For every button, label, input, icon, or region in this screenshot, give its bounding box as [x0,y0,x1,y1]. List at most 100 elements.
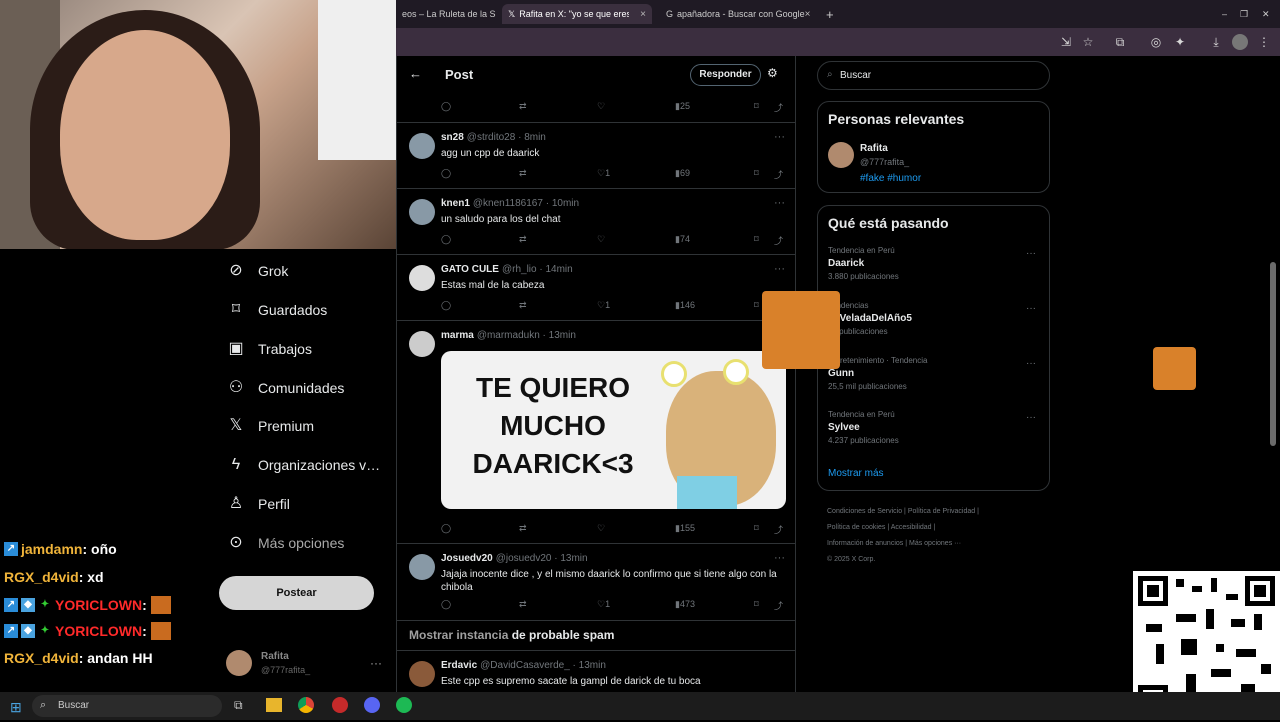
more-icon[interactable]: ··· [774,552,785,564]
taskbar-search-input[interactable]: ⌕ Buscar [32,695,222,717]
nav-item-grok[interactable]: ⊘ Grok [226,256,288,286]
views-icon[interactable]: ▮ 155 [675,523,695,534]
avatar[interactable] [828,142,854,168]
browser-tab-active[interactable]: 𝕏Rafita en X: "yo se que eres ino…× [502,4,652,24]
views-icon[interactable]: ▮ 473 [675,599,695,610]
repost-icon[interactable]: ⇄ [519,101,527,112]
post-button[interactable]: Postear [219,576,374,610]
user-bio[interactable]: #fake #humor [860,173,921,184]
app-icon[interactable] [332,697,348,713]
reply-icon[interactable]: ◯ [441,168,451,179]
post-image[interactable]: TE QUIERO MUCHO DAARICK<3 [441,351,786,509]
avatar[interactable] [409,661,435,687]
extension-icon[interactable]: ✦ [1172,34,1188,50]
footer-link[interactable]: Accesibilidad [891,524,932,531]
nav-item-premium[interactable]: 𝕏 Premium [226,411,314,441]
avatar[interactable] [409,331,435,357]
install-icon[interactable]: ⇲ [1058,34,1074,50]
back-arrow-icon[interactable]: ← [409,66,422,81]
extensions-icon[interactable]: ⧉ [1112,34,1128,50]
browser-tab[interactable]: eos – La Ruleta de la S…× [396,4,496,24]
menu-icon[interactable]: ⋮ [1256,34,1272,50]
avatar[interactable] [409,133,435,159]
more-icon[interactable]: ··· [774,131,785,143]
bookmark-icon[interactable]: ⌑ [754,300,759,311]
search-input[interactable]: ⌕ Buscar [817,61,1050,90]
minimize-icon[interactable]: – [1216,4,1232,24]
browser-tab[interactable]: Gapañadora - Buscar con Google × [660,4,810,24]
account-switcher[interactable]: Rafita @777rafita_ ··· [226,650,396,678]
bookmark-icon[interactable]: ⌑ [754,234,759,245]
views-icon[interactable]: ▮ 146 [675,300,695,311]
trend-item[interactable]: Tendencia en Perú Sylvee 4.237 publicacion… [828,410,899,445]
repost-icon[interactable]: ⇄ [519,234,527,245]
list-item[interactable]: sn28 @strdito28 · 8min ··· agg un cpp de … [397,123,795,189]
share-icon[interactable]: ⤴ [774,168,783,181]
nav-item-more[interactable]: ⊙ Más opciones [226,528,344,558]
show-more-link[interactable]: Mostrar más [828,468,884,479]
repost-icon[interactable]: ⇄ [519,168,527,179]
reply-icon[interactable]: ◯ [441,300,451,311]
more-icon[interactable]: ··· [774,197,785,209]
share-icon[interactable]: ⤴ [774,523,783,536]
footer-link[interactable]: Información de anuncios [827,540,903,547]
scrollbar-thumb[interactable] [1270,262,1276,446]
like-icon[interactable]: ♡ 1 [597,599,610,610]
avatar[interactable] [409,554,435,580]
views-icon[interactable]: ▮ 69 [675,168,690,179]
user-name[interactable]: Rafita [860,143,888,154]
more-icon[interactable]: ··· [774,263,785,275]
close-icon[interactable]: × [640,9,646,20]
nav-item-organizations[interactable]: ϟ Organizaciones v… [226,450,380,480]
reply-icon[interactable]: ◯ [441,101,451,112]
discord-icon[interactable] [364,697,380,713]
chrome-icon[interactable] [298,697,314,713]
star-icon[interactable]: ☆ [1080,34,1096,50]
more-icon[interactable]: ··· [370,656,382,670]
views-icon[interactable]: ▮ 74 [675,234,690,245]
more-icon[interactable]: ··· [1026,412,1036,423]
footer-link[interactable]: Política de cookies [827,524,885,531]
download-icon[interactable]: ⤓ [1208,34,1224,50]
views-icon[interactable]: ▮ 25 [675,101,690,112]
trend-item[interactable]: Entretenimiento · Tendencia Gunn 25,5 mil … [828,356,927,391]
reply-icon[interactable]: ◯ [441,523,451,534]
close-icon[interactable]: × [805,9,810,20]
share-icon[interactable]: ⤴ [774,234,783,247]
new-tab-button[interactable]: + [820,4,840,24]
nav-item-bookmarks[interactable]: ⌑ Guardados [226,295,327,325]
nav-item-jobs[interactable]: ▣ Trabajos [226,334,312,364]
repost-icon[interactable]: ⇄ [519,523,527,534]
list-item[interactable]: marma @marmadukn · 13min TE QUIERO MUCHO … [397,321,795,544]
task-view-icon[interactable]: ⧉ [234,698,243,713]
like-icon[interactable]: ♡ 1 [597,300,610,311]
list-item[interactable]: knen1 @knen1186167 · 10min ··· un saludo … [397,189,795,255]
list-item[interactable]: Erdavic @DavidCasaverde_ · 13min Este cpp… [397,650,795,692]
settings-icon[interactable]: ⚙ [767,66,778,80]
avatar[interactable] [409,199,435,225]
reply-icon[interactable]: ◯ [441,599,451,610]
share-icon[interactable]: ⤴ [774,599,783,612]
reply-icon[interactable]: ◯ [441,234,451,245]
like-icon[interactable]: ♡ [597,234,605,245]
footer-link[interactable]: Política de Privacidad [908,508,975,515]
list-item[interactable]: Josuedv20 @josuedv20 · 13min ··· Jajaja i… [397,544,795,621]
footer-link[interactable]: Condiciones de Servicio [827,508,902,515]
avatar[interactable] [409,265,435,291]
profile-avatar[interactable] [1232,34,1248,50]
list-item[interactable]: GATO CULE @rh_lio · 14min ··· Estas mal d… [397,255,795,321]
bookmark-icon[interactable]: ⌑ [754,101,759,112]
trend-item[interactable]: Tendencias LaVeladaDelAño5 53 publicacione… [828,301,912,336]
nav-item-profile[interactable]: ♙ Perfil [226,489,290,519]
trend-item[interactable]: Tendencia en Perú Daarick 3.880 publicacio… [828,246,899,281]
spotify-icon[interactable] [396,697,412,713]
like-icon[interactable]: ♡ [597,101,605,112]
maximize-icon[interactable]: ❐ [1234,4,1250,24]
share-icon[interactable]: ⤴ [774,101,783,114]
file-explorer-icon[interactable] [266,698,282,712]
like-icon[interactable]: ♡ 1 [597,168,610,179]
windows-start-icon[interactable]: ⊞ [10,699,22,716]
bookmark-icon[interactable]: ⌑ [754,523,759,534]
more-icon[interactable]: ··· [1026,248,1036,259]
show-spam-link[interactable]: Mostrar instancia de probable spam [409,628,614,642]
